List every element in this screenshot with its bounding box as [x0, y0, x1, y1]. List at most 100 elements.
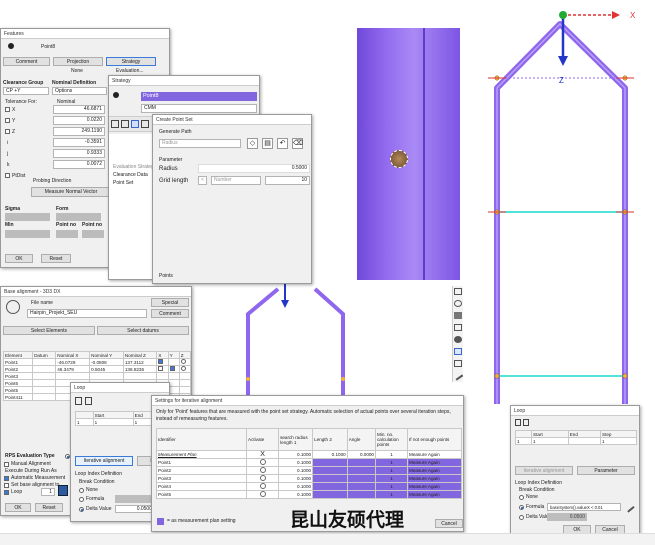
tree-clearance-data[interactable]: Clearance Data: [113, 172, 148, 179]
3d-viewport[interactable]: X Z: [460, 0, 655, 420]
tab-strategy[interactable]: Strategy: [106, 57, 156, 66]
rotate-icon[interactable]: [454, 300, 462, 307]
table-row[interactable]: Point1 -46.0729 -0.0808 137.3112: [2, 358, 191, 366]
features-reset-button[interactable]: Reset: [41, 254, 71, 263]
grid-value-field[interactable]: 10: [265, 176, 310, 185]
break-condition-label: Break Condition: [519, 487, 555, 493]
break-none-radio[interactable]: [519, 495, 524, 500]
checkbox-z[interactable]: [5, 129, 10, 134]
checkbox-ptdist[interactable]: [5, 173, 10, 178]
delete-icon[interactable]: [523, 419, 529, 426]
comment-button[interactable]: Comment: [151, 309, 189, 318]
tab-comment[interactable]: Comment: [3, 57, 50, 66]
table-row[interactable]: Point3 0.1000 1 Measure Again: [156, 474, 462, 483]
table-row[interactable]: Point3: [2, 372, 191, 380]
break-none-radio[interactable]: [79, 488, 84, 493]
list-icon[interactable]: [121, 120, 129, 128]
point-markers: [494, 75, 628, 379]
select-elements-button[interactable]: Select Elements: [3, 326, 95, 335]
table-row[interactable]: Point5 0.1000 1 Measure Again: [156, 490, 462, 499]
nominal-j-field[interactable]: 0.9333: [53, 149, 105, 158]
automatic-measurement-checkbox[interactable]: [4, 476, 9, 481]
document-icon[interactable]: ▤: [262, 138, 273, 149]
break-delta-radio[interactable]: [519, 515, 524, 520]
nominal-definition-select[interactable]: Options: [52, 87, 107, 95]
checkbox-y[interactable]: [5, 118, 10, 123]
fit-icon[interactable]: [454, 336, 462, 343]
grid-icon[interactable]: [111, 120, 119, 128]
path-icon[interactable]: [131, 120, 139, 128]
pencil-icon[interactable]: [452, 370, 464, 381]
measure-normal-button[interactable]: Measure Normal Vector: [31, 187, 111, 197]
checkbox-x[interactable]: [5, 107, 10, 112]
table-row[interactable]: Measurement Plan X 0.1000 0.1000 0.0000 1 Meas…: [156, 450, 462, 459]
break-formula-radio[interactable]: [79, 497, 84, 502]
row-x-label: X: [12, 107, 16, 113]
table-row[interactable]: Point1 0.1000 1 Measure Again: [156, 458, 462, 467]
grid-mode-select[interactable]: Number: [211, 176, 261, 185]
nominal-x-field[interactable]: 46.6871: [53, 105, 105, 114]
loop-count-field[interactable]: 1: [41, 488, 55, 496]
base-ok-button[interactable]: OK: [5, 503, 31, 512]
view-box-icon[interactable]: [454, 288, 462, 295]
tree-evaluation-strategy[interactable]: Evaluation Strategy: [113, 164, 156, 171]
set-base-alignment-checkbox[interactable]: [4, 483, 9, 488]
axis-triad: [558, 11, 620, 66]
diamond-icon[interactable]: ◇: [247, 138, 258, 149]
loop-parameter-button[interactable]: Parameter: [577, 466, 635, 475]
tab-projection[interactable]: Projection: [53, 57, 103, 66]
new-icon[interactable]: [515, 419, 521, 426]
delete-icon[interactable]: [85, 397, 92, 405]
select-icon[interactable]: [454, 348, 462, 355]
loop-small-title: Loop: [511, 406, 639, 416]
file-name-field[interactable]: Hairpin_Projekt_SEU: [27, 309, 147, 318]
new-icon[interactable]: [75, 397, 82, 405]
zoom-icon[interactable]: [454, 324, 462, 331]
radius-field[interactable]: 0.5000: [198, 164, 310, 173]
iterative-alignment-button[interactable]: Iterative alignment: [515, 466, 573, 475]
base-reset-button[interactable]: Reset: [35, 503, 63, 512]
tube-body: [357, 28, 460, 280]
scan-icon[interactable]: [141, 120, 149, 128]
delete-icon[interactable]: ⌫: [292, 138, 303, 149]
clearance-group-select[interactable]: CP +Y: [3, 87, 49, 95]
table-row[interactable]: 111: [514, 437, 637, 445]
table-row[interactable]: Point4 0.1000 1 Measure Again: [156, 482, 462, 491]
manual-alignment-checkbox[interactable]: [4, 462, 9, 467]
iterative-description: Only for 'Point' features that are measu…: [156, 409, 451, 422]
evaluation-link[interactable]: Evaluation...: [116, 68, 144, 75]
select-datums-button[interactable]: Select datums: [97, 326, 189, 335]
break-formula-radio[interactable]: [519, 505, 524, 510]
grid-length-spin[interactable]: <: [198, 176, 207, 185]
loop-small-table[interactable]: Start End Step 111: [514, 430, 637, 445]
tree-point-set[interactable]: Point Set: [113, 180, 133, 187]
table-row[interactable]: Point2 46.3479 0.5045 138.8236: [2, 365, 191, 373]
loop-gear-icon[interactable]: [58, 485, 68, 496]
nominal-i-field[interactable]: -0.3591: [53, 138, 105, 147]
parameter-label: Parameter: [159, 157, 183, 163]
col-min-points: Min. no. calculation points: [375, 428, 408, 451]
strategy-path-item[interactable]: Point8: [141, 92, 257, 101]
formula-field[interactable]: baseSystem().valueX < 0.01: [547, 503, 621, 511]
features-ok-button[interactable]: OK: [5, 254, 33, 263]
nominal-z-field[interactable]: 249.1190: [53, 127, 105, 136]
delta-value-field[interactable]: 0.0500: [115, 505, 155, 513]
loop-checkbox[interactable]: [4, 490, 9, 495]
table-row[interactable]: Point2 0.1000 1 Measure Again: [156, 466, 462, 475]
special-button[interactable]: Special: [151, 298, 189, 307]
nominal-k-field[interactable]: 0.0072: [53, 160, 105, 169]
iterative-cancel-button[interactable]: Cancel: [435, 519, 463, 528]
undo-icon[interactable]: ↶: [277, 138, 288, 149]
path-type-select[interactable]: Radius: [159, 139, 241, 148]
col-length-2: Length 2: [312, 428, 348, 451]
create-point-set-title: Create Point Set: [153, 115, 311, 125]
measure-icon[interactable]: [454, 360, 462, 367]
machine-select[interactable]: CMM: [141, 104, 257, 113]
iterative-table[interactable]: Identifier Activate search radius length…: [156, 428, 462, 499]
pan-icon[interactable]: [454, 312, 462, 319]
break-delta-radio[interactable]: [79, 507, 84, 512]
edit-formula-icon[interactable]: [623, 501, 635, 513]
tube-zoom-view[interactable]: [357, 28, 460, 280]
nominal-y-field[interactable]: 0.0220: [53, 116, 105, 125]
iterative-alignment-button[interactable]: Iterative alignment: [75, 456, 133, 466]
